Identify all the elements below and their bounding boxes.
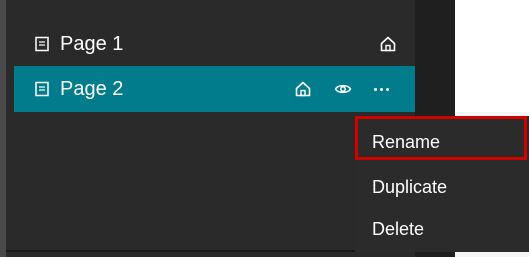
menu-item-delete[interactable]: Delete bbox=[355, 208, 529, 250]
eye-icon[interactable] bbox=[333, 79, 353, 99]
panel-bottom-line bbox=[6, 250, 386, 252]
more-icon[interactable] bbox=[371, 79, 391, 99]
menu-item-rename[interactable]: Rename bbox=[355, 121, 529, 163]
page-list-item-page-2[interactable]: Page 2 bbox=[14, 66, 415, 112]
page-icon bbox=[34, 36, 50, 52]
home-icon[interactable] bbox=[293, 79, 313, 99]
home-icon[interactable] bbox=[378, 34, 398, 54]
menu-item-duplicate[interactable]: Duplicate bbox=[355, 166, 529, 208]
page-label: Page 2 bbox=[60, 77, 124, 100]
page-list-item-page-1[interactable]: Page 1 bbox=[14, 21, 415, 67]
page-label: Page 1 bbox=[60, 32, 124, 55]
context-menu: Rename Duplicate Delete bbox=[355, 116, 529, 252]
panel-left-edge bbox=[0, 0, 6, 257]
page-icon bbox=[34, 81, 50, 97]
